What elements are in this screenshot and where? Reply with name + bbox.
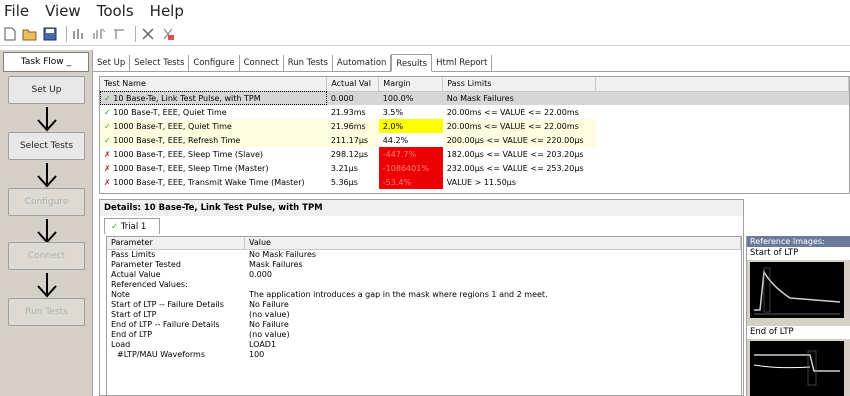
open-icon[interactable] [22, 26, 38, 42]
toolbar [0, 22, 850, 46]
main-tabs: Set Up Select Tests Configure Connect Ru… [93, 52, 850, 72]
list-item: Note The application introduces a gap in … [111, 290, 548, 299]
step-select-tests-button[interactable]: Select Tests [8, 132, 85, 160]
list-item: Parameter Tested Mask Failures [111, 260, 303, 269]
save-icon[interactable] [42, 26, 58, 42]
details-panel: Details: 10 Base-Te, Link Test Pulse, wi… [99, 199, 744, 396]
pass-check-icon: ✓ [104, 121, 111, 131]
flow-arrow-icon [37, 163, 57, 188]
step-run-tests-button[interactable]: Run Tests [8, 298, 85, 326]
tab-results[interactable]: Results [391, 54, 433, 72]
reference-images-header: Reference Images: [747, 236, 850, 247]
list-item: Referenced Values: [111, 280, 188, 289]
list-item: Start of LTP -- Failure Details No Failur… [111, 300, 289, 309]
margin-fail-cell: -447.7% [378, 147, 443, 161]
col-margin[interactable]: Margin [378, 77, 444, 92]
list-item: Actual Value 0.000 [111, 270, 272, 279]
fail-x-icon: ✗ [104, 163, 111, 173]
flow-arrow-icon [37, 273, 57, 298]
table-row[interactable]: ✓ 1000 Base-T, EEE, Quiet Time 21.96ms 2… [100, 119, 849, 133]
tab-setup[interactable]: Set Up [93, 55, 131, 71]
pass-check-icon: ✓ [104, 93, 111, 103]
end-of-ltp-waveform-image[interactable] [750, 341, 844, 396]
tab-html-report[interactable]: Html Report [432, 55, 493, 71]
stop-icon[interactable] [140, 26, 156, 42]
pass-check-icon: ✓ [104, 107, 111, 117]
tab-run-tests[interactable]: Run Tests [284, 55, 333, 71]
fail-x-icon: ✗ [104, 177, 111, 187]
task-flow-panel: Task Flow _ Set Up Select Tests Configur… [0, 50, 93, 396]
list-item: Load LOAD1 [111, 340, 277, 349]
parameter-table: Parameter Value Pass Limits No Mask Failu… [106, 236, 742, 396]
parameter-header-row: Parameter Value [107, 237, 741, 250]
pause-icon[interactable] [91, 26, 107, 42]
menu-view[interactable]: View [37, 2, 89, 20]
tab-automation[interactable]: Automation [333, 55, 392, 71]
new-icon[interactable] [2, 26, 18, 42]
menu-bar: File View Tools Help [0, 0, 850, 22]
step-setup-button[interactable]: Set Up [8, 76, 85, 104]
start-of-ltp-waveform-image[interactable] [750, 262, 844, 318]
flow-arrow-icon [37, 107, 57, 132]
menu-tools[interactable]: Tools [89, 2, 142, 20]
results-header-row: Test Name Actual Val Margin Pass Limits [100, 77, 849, 92]
table-row[interactable]: ✗ 1000 Base-T, EEE, Transmit Wake Time (… [100, 175, 849, 189]
margin-fail-cell: -53.4% [378, 175, 443, 189]
col-test-name[interactable]: Test Name [100, 77, 328, 92]
list-item: End of LTP (no value) [111, 330, 290, 339]
toolbar-separator [135, 25, 136, 42]
step-connect-button[interactable]: Connect [8, 242, 85, 270]
tab-configure[interactable]: Configure [189, 55, 240, 71]
flow-arrow-icon [37, 219, 57, 244]
col-actual-val[interactable]: Actual Val [326, 77, 380, 92]
step-icon[interactable] [111, 26, 127, 42]
pass-check-icon: ✓ [111, 221, 119, 232]
reference-label-start: Start of LTP [747, 247, 850, 260]
menu-help[interactable]: Help [142, 2, 192, 20]
col-parameter[interactable]: Parameter [107, 237, 245, 249]
minimize-icon[interactable]: _ [67, 57, 72, 67]
run-icon[interactable] [71, 26, 87, 42]
table-row[interactable]: ✗ 1000 Base-T, EEE, Sleep Time (Master) … [100, 161, 849, 175]
results-table: Test Name Actual Val Margin Pass Limits … [99, 76, 850, 194]
list-item: Pass Limits No Mask Failures [111, 250, 317, 259]
table-row[interactable]: ✓ 10 Base-Te, Link Test Pulse, with TPM … [100, 91, 849, 105]
list-item: #LTP/MAU Waveforms 100 [117, 350, 265, 359]
col-filler [595, 77, 849, 92]
col-value[interactable]: Value [245, 237, 741, 249]
reference-label-end: End of LTP [747, 326, 850, 339]
details-title: Details: 10 Base-Te, Link Test Pulse, wi… [100, 200, 743, 216]
col-pass-limits[interactable]: Pass Limits [442, 77, 597, 92]
menu-file[interactable]: File [0, 2, 37, 20]
pass-check-icon: ✓ [104, 135, 111, 145]
list-item: Start of LTP (no value) [111, 310, 290, 319]
toolbar-separator [66, 25, 67, 42]
tab-select-tests[interactable]: Select Tests [130, 55, 190, 71]
table-row[interactable]: ✗ 1000 Base-T, EEE, Sleep Time (Slave) 2… [100, 147, 849, 161]
margin-fail-cell: -1086401% [378, 161, 443, 175]
tab-connect[interactable]: Connect [240, 55, 284, 71]
fail-x-icon: ✗ [104, 149, 111, 159]
table-row[interactable]: ✓ 100 Base-T, EEE, Quiet Time 21.93ms 3.… [100, 105, 849, 119]
step-configure-button[interactable]: Configure [8, 188, 85, 216]
margin-warning-cell: 2.0% [378, 119, 443, 133]
table-row[interactable]: ✓ 1000 Base-T, EEE, Refresh Time 211.17µ… [100, 133, 849, 147]
reference-images-panel: Reference Images: Start of LTP End of LT… [746, 236, 850, 396]
list-item: End of LTP -- Failure Details No Failure [111, 320, 289, 329]
tab-trial-1[interactable]: ✓ Trial 1 [104, 218, 160, 234]
task-flow-header: Task Flow _ [3, 52, 89, 72]
clear-icon[interactable] [160, 26, 176, 42]
